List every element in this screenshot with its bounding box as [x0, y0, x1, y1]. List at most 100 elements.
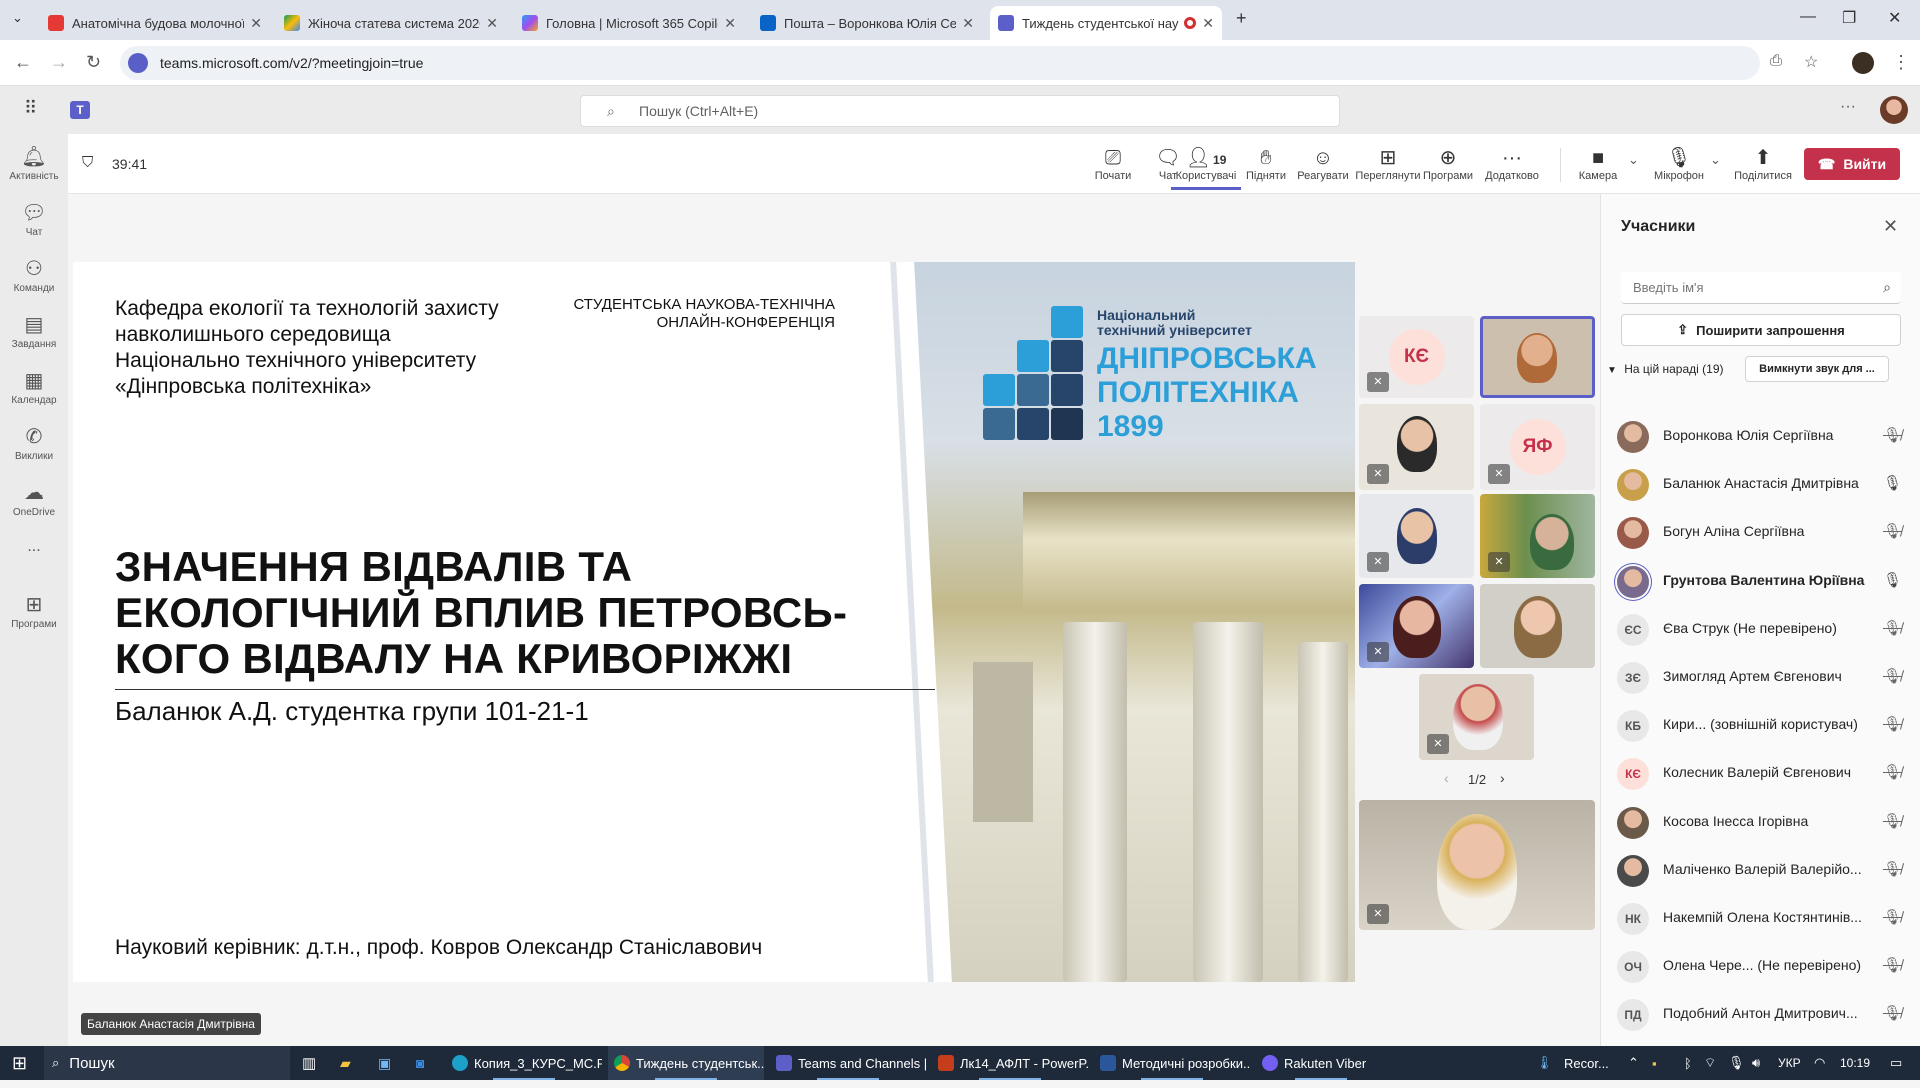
participant-row[interactable]: ЗЄ Зимогляд Артем Євгенович 🎙︎̸: [1617, 654, 1917, 702]
bluetooth-icon[interactable]: ᛒ: [1684, 1046, 1692, 1080]
share-button[interactable]: ⬆ Поділитися: [1728, 146, 1798, 182]
close-tab-icon[interactable]: ✕: [1202, 15, 1214, 32]
participant-row[interactable]: Богун Аліна Сергіївна 🎙︎̸: [1617, 509, 1917, 557]
participant-tile[interactable]: КЄ ✕: [1359, 316, 1474, 398]
url-field[interactable]: teams.microsoft.com/v2/?meetingjoin=true: [120, 46, 1760, 80]
taskbar-app[interactable]: Teams and Channels |...: [770, 1046, 926, 1080]
view-button[interactable]: ⊞ Переглянути: [1353, 146, 1423, 182]
participant-row[interactable]: ЄС Єва Струк (Не перевірено) 🎙︎̸: [1617, 606, 1917, 654]
store-icon[interactable]: ▣: [378, 1046, 391, 1080]
user-avatar[interactable]: [1880, 96, 1908, 124]
camera-options-chevron-icon[interactable]: ⌄: [1628, 152, 1639, 168]
browser-tab[interactable]: Анатомічна будова молочної ✕: [40, 6, 270, 40]
forward-icon[interactable]: →: [50, 52, 68, 73]
more-options-icon[interactable]: ···: [1840, 98, 1856, 116]
participant-row[interactable]: КБ Кири... (зовнішній користувач) 🎙︎̸: [1617, 702, 1917, 750]
participant-row[interactable]: Маліченко Валерій Валерійо... 🎙︎̸: [1617, 847, 1917, 895]
microphone-button[interactable]: 🎙︎ Мікрофон: [1646, 146, 1712, 182]
outlook-icon[interactable]: ◙: [416, 1046, 424, 1080]
rail-chat[interactable]: 💬︎ Чат: [0, 200, 68, 238]
browser-menu-icon[interactable]: ⋮: [1892, 52, 1910, 73]
thermometer-icon[interactable]: 🌡︎: [1536, 1046, 1553, 1080]
share-invite-button[interactable]: ⇪ Поширити запрошення: [1621, 314, 1901, 346]
taskbar-search[interactable]: ⌕ Пошук: [44, 1046, 290, 1080]
tab-search-icon[interactable]: ⌄: [12, 10, 23, 26]
participant-tile[interactable]: ✕: [1480, 494, 1595, 578]
taskbar-app[interactable]: Копия_3_КУРС_МС.Р...: [446, 1046, 602, 1080]
app-launcher-icon[interactable]: ⠿: [24, 98, 37, 119]
rail-activity[interactable]: 🔔︎ Активність: [0, 144, 68, 182]
rail-onedrive[interactable]: ☁︎ OneDrive: [0, 480, 68, 518]
browser-tab[interactable]: Головна | Microsoft 365 Copilot ✕: [514, 6, 744, 40]
taskbar-app[interactable]: Лк14_АФЛТ - PowerP...: [932, 1046, 1088, 1080]
rail-calls[interactable]: ✆ Виклики: [0, 424, 68, 462]
task-view-icon[interactable]: ▥: [302, 1046, 316, 1080]
participant-tile[interactable]: [1480, 584, 1595, 668]
participant-row[interactable]: Воронкова Юлія Сергіївна 🎙︎̸: [1617, 413, 1917, 461]
participant-row[interactable]: НК Накемпій Олена Костянтинів... 🎙︎̸: [1617, 895, 1917, 943]
rail-calendar[interactable]: ▦ Календар: [0, 368, 68, 406]
participant-row[interactable]: Баланюк Анастасія Дмитрівна 🎙︎: [1617, 461, 1917, 509]
participant-tile-speaking[interactable]: [1480, 316, 1595, 398]
tray-app-icon[interactable]: ▪: [1652, 1046, 1657, 1080]
mic-options-chevron-icon[interactable]: ⌄: [1710, 152, 1721, 168]
site-info-icon[interactable]: [128, 53, 148, 73]
notifications-icon[interactable]: ▭: [1890, 1046, 1902, 1080]
participant-tile[interactable]: ✕: [1359, 584, 1474, 668]
close-icon[interactable]: ✕: [1883, 216, 1898, 237]
search-input[interactable]: ⌕ Пошук (Ctrl+Alt+E): [580, 95, 1340, 127]
recorder-label[interactable]: Recor...: [1564, 1046, 1609, 1080]
taskbar-app[interactable]: Методичні розробки...: [1094, 1046, 1250, 1080]
mic-off-icon[interactable]: 🎙︎̸: [1883, 426, 1902, 444]
tray-chevron-icon[interactable]: ⌃: [1628, 1046, 1639, 1080]
camera-button[interactable]: ■ Камера: [1568, 146, 1628, 182]
wifi-icon[interactable]: ◠: [1814, 1046, 1825, 1080]
profile-avatar[interactable]: [1852, 52, 1874, 74]
participant-tile[interactable]: ✕: [1419, 674, 1534, 760]
participant-search-input[interactable]: Введіть ім'я ⌕: [1621, 272, 1901, 304]
close-tab-icon[interactable]: ✕: [962, 15, 974, 32]
mic-off-icon[interactable]: 🎙︎̸: [1883, 908, 1902, 926]
gallery-prev-chevron-icon[interactable]: ‹: [1444, 770, 1449, 786]
file-explorer-icon[interactable]: ▰: [340, 1046, 351, 1080]
apps-button[interactable]: ⊕ Програми: [1418, 146, 1478, 182]
participant-row[interactable]: КЄ Колесник Валерій Євгенович 🎙︎̸: [1617, 750, 1917, 798]
install-app-icon[interactable]: ⎙: [1770, 52, 1782, 69]
start-icon[interactable]: ⊞: [12, 1046, 27, 1080]
taskbar-app[interactable]: Rakuten Viber: [1256, 1046, 1386, 1080]
browser-tab[interactable]: Жіноча статева система 2020 ✕: [276, 6, 506, 40]
participant-tile[interactable]: ЯФ ✕: [1480, 404, 1595, 490]
more-actions-button[interactable]: ··· Додатково: [1482, 146, 1542, 182]
self-view-tile[interactable]: ✕: [1359, 800, 1595, 930]
mic-off-icon[interactable]: 🎙︎̸: [1883, 812, 1902, 830]
close-tab-icon[interactable]: ✕: [486, 15, 498, 32]
participant-row[interactable]: ПД Подобний Антон Дмитрович... 🎙︎̸: [1617, 991, 1917, 1039]
mute-all-button[interactable]: Вимкнути звук для ...: [1745, 356, 1889, 382]
microphone-icon[interactable]: 🎙︎: [1728, 1046, 1745, 1080]
raise-hand-button[interactable]: ✋︎ Підняти: [1236, 146, 1296, 182]
mic-off-icon[interactable]: 🎙︎̸: [1883, 956, 1902, 974]
bookmark-star-icon[interactable]: ☆: [1804, 52, 1818, 72]
in-meeting-section-toggle[interactable]: ▼ На цій нараді (19): [1607, 362, 1724, 376]
rail-assignments[interactable]: ▤ Завдання: [0, 312, 68, 350]
mic-on-icon[interactable]: 🎙︎: [1883, 474, 1902, 492]
clock[interactable]: 10:19: [1840, 1046, 1870, 1080]
people-button[interactable]: 👤︎ 19 Користувачі: [1171, 146, 1241, 190]
mic-off-icon[interactable]: 🎙︎̸: [1883, 860, 1902, 878]
mic-off-icon[interactable]: 🎙︎̸: [1883, 763, 1902, 781]
browser-tab-active[interactable]: Тиждень студентської нау ✕: [990, 6, 1222, 40]
mic-off-icon[interactable]: 🎙︎̸: [1883, 715, 1902, 733]
minimize-icon[interactable]: —: [1800, 8, 1816, 26]
participant-tile[interactable]: ✕: [1359, 404, 1474, 490]
close-tab-icon[interactable]: ✕: [724, 15, 736, 32]
new-tab-icon[interactable]: +: [1236, 8, 1247, 29]
network-icon[interactable]: ⌔: [1704, 1046, 1716, 1080]
gallery-next-chevron-icon[interactable]: ›: [1500, 770, 1505, 786]
volume-icon[interactable]: 🔊︎: [1752, 1046, 1760, 1080]
mic-off-icon[interactable]: 🎙︎̸: [1883, 1004, 1902, 1022]
restore-icon[interactable]: ❐: [1842, 8, 1856, 28]
back-icon[interactable]: ←: [14, 52, 32, 73]
close-window-icon[interactable]: ✕: [1888, 8, 1901, 28]
mic-off-icon[interactable]: 🎙︎̸: [1883, 619, 1902, 637]
start-recording-button[interactable]: ⎚ Почати: [1083, 146, 1143, 182]
